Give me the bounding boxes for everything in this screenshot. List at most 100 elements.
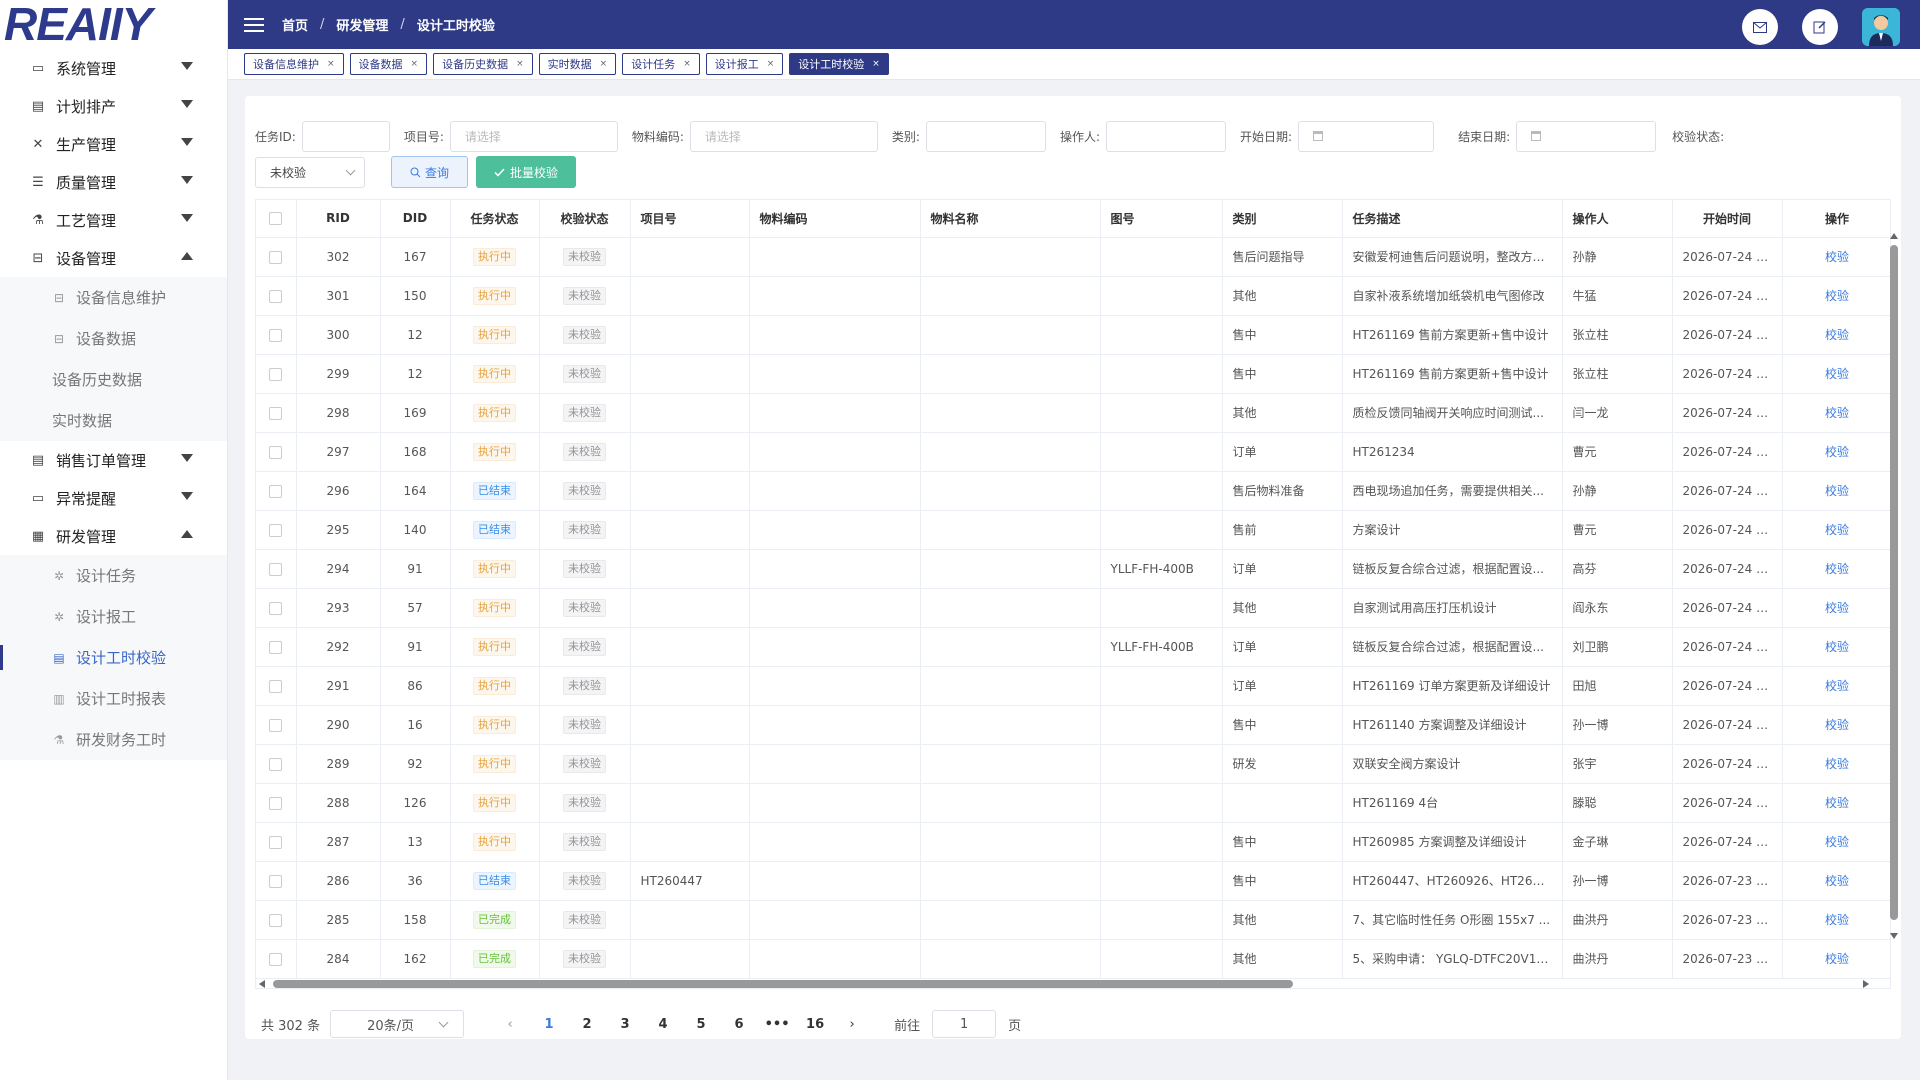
table-row[interactable]: 284 162 已完成 未校验 其他 5、采购申请： YGLQ-DTFC20V1.1...… [256,939,1890,979]
sidebar-subitem[interactable]: ⚗ 研发财务工时 [0,719,227,760]
material-select[interactable]: 请选择 [689,120,878,152]
check-link[interactable]: 校验 [1825,679,1849,693]
row-checkbox[interactable] [256,627,297,667]
check-link[interactable]: 校验 [1825,367,1849,381]
close-icon[interactable]: × [516,59,524,69]
check-link[interactable]: 校验 [1825,445,1849,459]
sidebar-item[interactable]: ▤ 销售订单管理 [0,441,227,479]
row-checkbox[interactable] [256,705,297,745]
cell-op[interactable]: 校验 [1782,705,1890,745]
check-link[interactable]: 校验 [1825,484,1849,498]
sidebar-subitem[interactable]: 实时数据 [0,400,227,441]
batch-check-button[interactable]: 批量校验 [476,156,576,188]
cell-op[interactable]: 校验 [1782,237,1890,277]
tab[interactable]: 实时数据 × [538,53,617,75]
row-checkbox[interactable] [256,588,297,628]
vertical-scrollbar[interactable] [1889,231,1899,941]
row-checkbox[interactable] [256,939,297,979]
column-header[interactable]: 操作人 [1562,200,1673,238]
mail-icon[interactable] [1742,9,1778,45]
tab[interactable]: 设备信息维护 × [244,53,344,75]
breadcrumb-home[interactable]: 首页 [282,15,308,34]
row-checkbox[interactable] [256,432,297,472]
cell-op[interactable]: 校验 [1782,471,1890,511]
row-checkbox[interactable] [256,276,297,316]
user-avatar[interactable] [1862,8,1900,46]
page-number[interactable]: 6 [720,1017,758,1032]
cell-op[interactable]: 校验 [1782,432,1890,472]
cell-op[interactable]: 校验 [1782,783,1890,823]
sidebar-item[interactable]: ▦ 研发管理 [0,517,227,555]
prev-page-button[interactable]: ‹ [496,1017,524,1032]
horizontal-scrollbar[interactable] [259,978,1869,990]
table-row[interactable]: 300 12 执行中 未校验 售中 HT261169 售前方案更新+售中设计 张立柱 2026… [256,315,1890,355]
sidebar-item[interactable]: ✕ 生产管理 [0,125,227,163]
row-checkbox[interactable] [256,549,297,589]
cell-op[interactable]: 校验 [1782,393,1890,433]
cell-op[interactable]: 校验 [1782,744,1890,784]
check-link[interactable]: 校验 [1825,289,1849,303]
row-checkbox[interactable] [256,861,297,901]
page-number[interactable]: 4 [644,1017,682,1032]
table-row[interactable]: 294 91 执行中 未校验 YLLF-FH-400B 订单 链板反复合综合过滤，根据配置设… [256,549,1890,589]
sidebar-item[interactable]: ▭ 异常提醒 [0,479,227,517]
more-pages-button[interactable]: ••• [758,1017,796,1032]
table-row[interactable]: 292 91 执行中 未校验 YLLF-FH-400B 订单 链板反复合综合过滤，根据配置设… [256,627,1890,667]
goto-page-input[interactable]: 1 [932,1010,997,1038]
row-checkbox[interactable] [256,900,297,940]
page-size-select[interactable]: 20条/页 [330,1010,465,1038]
sidebar-subitem[interactable]: ▤ 设计工时校验 [0,637,227,678]
tab[interactable]: 设计工时校验 × [789,53,889,75]
check-link[interactable]: 校验 [1825,874,1849,888]
project-select[interactable]: 请选择 [449,120,618,152]
page-number[interactable]: 16 [796,1017,834,1032]
close-icon[interactable]: × [872,59,880,69]
sidebar-subitem[interactable]: ▥ 设计工时报表 [0,678,227,719]
column-header[interactable]: 校验状态 [539,200,631,238]
page-number[interactable]: 2 [568,1017,606,1032]
page-number[interactable]: 3 [606,1017,644,1032]
sidebar-item[interactable]: ▭ 系统管理 [0,49,227,87]
breadcrumb-rd[interactable]: 研发管理 [336,15,388,34]
row-checkbox[interactable] [256,510,297,550]
cell-op[interactable]: 校验 [1782,627,1890,667]
table-row[interactable]: 296 164 已结束 未校验 售后物料准备 西电现场追加任务，需要提供相关... 孙静 20… [256,471,1890,511]
page-number[interactable]: 5 [682,1017,720,1032]
column-header[interactable]: 开始时间 [1672,200,1783,238]
column-header[interactable]: 物料编码 [749,200,921,238]
table-row[interactable]: 291 86 执行中 未校验 订单 HT261169 订单方案更新及详细设计 田旭 2026-… [256,666,1890,706]
cell-op[interactable]: 校验 [1782,510,1890,550]
sidebar-subitem[interactable]: ✲ 设计任务 [0,555,227,596]
close-icon[interactable]: × [767,59,775,69]
row-checkbox[interactable] [256,315,297,355]
check-link[interactable]: 校验 [1825,406,1849,420]
sidebar-item[interactable]: ⊟ 设备管理 [0,239,227,277]
cell-op[interactable]: 校验 [1782,315,1890,355]
close-icon[interactable]: × [411,59,419,69]
menu-toggle-icon[interactable] [244,17,264,32]
check-link[interactable]: 校验 [1825,718,1849,732]
table-row[interactable]: 295 140 已结束 未校验 售前 方案设计 曹元 2026-07-24 08:0 校验 [256,510,1890,550]
row-checkbox[interactable] [256,237,297,277]
table-row[interactable]: 290 16 执行中 未校验 售中 HT261140 方案调整及详细设计 孙一博 2026-0… [256,705,1890,745]
check-link[interactable]: 校验 [1825,757,1849,771]
row-checkbox[interactable] [256,471,297,511]
cell-op[interactable]: 校验 [1782,900,1890,940]
tab[interactable]: 设计报工 × [705,53,784,75]
check-link[interactable]: 校验 [1825,796,1849,810]
cell-op[interactable]: 校验 [1782,666,1890,706]
table-row[interactable]: 299 12 执行中 未校验 售中 HT261169 售前方案更新+售中设计 张立柱 2026… [256,354,1890,394]
row-checkbox[interactable] [256,744,297,784]
check-link[interactable]: 校验 [1825,250,1849,264]
check-link[interactable]: 校验 [1825,562,1849,576]
column-header[interactable]: 任务状态 [450,200,540,238]
cell-op[interactable]: 校验 [1782,276,1890,316]
table-row[interactable]: 293 57 执行中 未校验 其他 自家测试用高压打压机设计 阎永东 2026-07-24 0… [256,588,1890,628]
cell-op[interactable]: 校验 [1782,822,1890,862]
column-header[interactable]: 物料名称 [920,200,1101,238]
cell-op[interactable]: 校验 [1782,354,1890,394]
check-link[interactable]: 校验 [1825,835,1849,849]
column-header[interactable]: 图号 [1100,200,1223,238]
close-icon[interactable]: × [600,59,608,69]
check-link[interactable]: 校验 [1825,913,1849,927]
